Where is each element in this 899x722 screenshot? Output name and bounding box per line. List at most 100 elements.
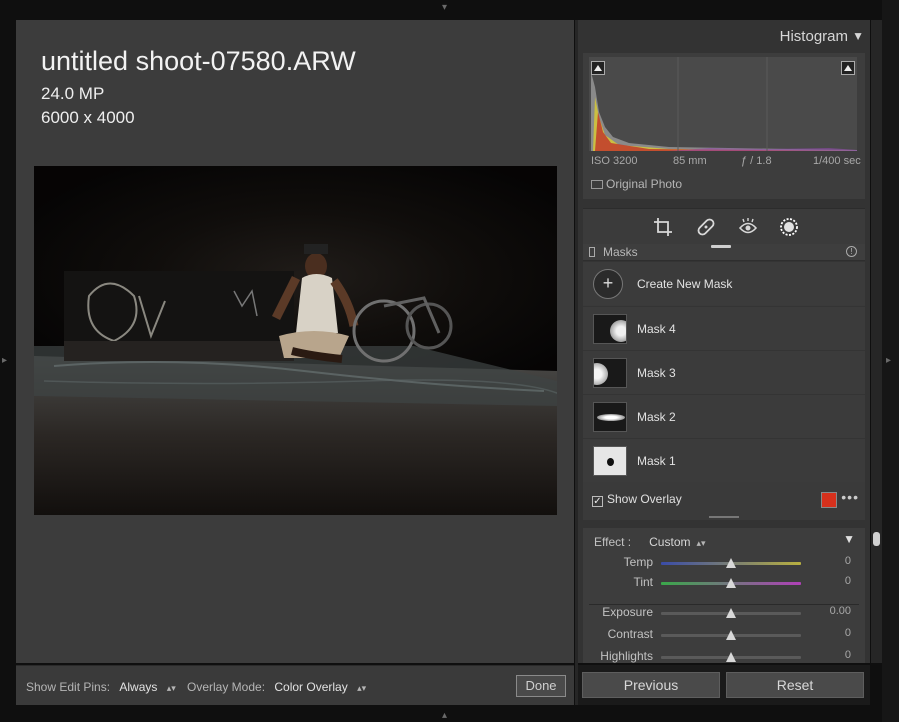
collapse-triangle-icon[interactable]: ▼ bbox=[852, 29, 864, 43]
original-photo-checkbox[interactable] bbox=[591, 180, 603, 189]
slider-thumb[interactable] bbox=[726, 578, 736, 588]
main-photo[interactable] bbox=[34, 166, 557, 515]
effect-value[interactable]: Custom bbox=[649, 535, 690, 549]
photo-dimensions: 6000 x 4000 bbox=[41, 108, 135, 127]
scrollbar-thumb[interactable] bbox=[873, 532, 880, 546]
mask-thumbnail bbox=[593, 314, 627, 344]
shadow-clipping-button[interactable] bbox=[591, 61, 605, 75]
stage-photo-image bbox=[34, 166, 557, 515]
drag-handle-icon[interactable] bbox=[711, 245, 731, 248]
masks-header[interactable]: Masks ! bbox=[583, 244, 865, 261]
slider-label: Contrast bbox=[607, 627, 653, 641]
create-mask-label: Create New Mask bbox=[637, 277, 733, 291]
bottom-panel-toggle-icon[interactable]: ▴ bbox=[442, 710, 447, 721]
histogram-graph[interactable] bbox=[589, 57, 857, 151]
masks-panel: Masks ! + Create New Mask Mask 4 Mask 3 bbox=[583, 244, 865, 520]
edit-pins-value[interactable]: Always bbox=[119, 680, 157, 694]
show-overlay-label: Show Overlay bbox=[607, 492, 682, 506]
help-icon[interactable]: ! bbox=[846, 246, 857, 257]
slider-value[interactable]: 0 bbox=[845, 555, 851, 567]
mask-item[interactable]: Mask 1 bbox=[583, 438, 865, 482]
temp-slider-track[interactable] bbox=[661, 558, 801, 568]
tint-slider-track[interactable] bbox=[661, 578, 801, 588]
mask-thumbnail bbox=[593, 402, 627, 432]
right-panel-toggle-icon[interactable]: ▸ bbox=[886, 355, 891, 366]
histogram-panel: ISO 3200 85 mm ƒ / 1.8 1/400 sec Origina… bbox=[583, 53, 865, 199]
exif-shutter: 1/400 sec bbox=[813, 155, 861, 167]
slider-contrast: Contrast 0 bbox=[583, 627, 865, 645]
plus-icon[interactable]: + bbox=[593, 269, 623, 299]
left-panel-toggle-icon[interactable]: ▸ bbox=[2, 355, 7, 366]
overlay-mode-value[interactable]: Color Overlay bbox=[274, 680, 347, 694]
red-eye-icon[interactable] bbox=[738, 217, 758, 237]
top-panel-toggle-icon[interactable]: ▾ bbox=[442, 2, 447, 13]
photo-filename: untitled shoot-07580.ARW bbox=[41, 46, 356, 76]
updown-icon: ▴▾ bbox=[696, 538, 706, 548]
viewer-toolbar: Show Edit Pins: Always ▴▾ Overlay Mode: … bbox=[16, 665, 574, 705]
slider-thumb[interactable] bbox=[726, 558, 736, 568]
done-button[interactable]: Done bbox=[516, 675, 566, 697]
photo-megapixels: 24.0 MP bbox=[41, 84, 105, 103]
exif-aperture: ƒ / 1.8 bbox=[741, 155, 772, 167]
contrast-slider-track[interactable] bbox=[661, 630, 801, 640]
highlights-slider-track[interactable] bbox=[661, 652, 801, 662]
panel-buttons: Previous Reset bbox=[578, 665, 870, 705]
show-overlay-checkbox[interactable]: ✓ bbox=[592, 496, 603, 507]
overlay-color-swatch[interactable] bbox=[821, 492, 837, 508]
slider-value[interactable]: 0 bbox=[845, 627, 851, 639]
collapse-triangle-icon[interactable]: ▼ bbox=[843, 532, 855, 546]
mask-label: Mask 1 bbox=[637, 454, 676, 468]
slider-thumb[interactable] bbox=[726, 608, 736, 618]
slider-highlights: Highlights 0 bbox=[583, 649, 865, 663]
panel-scrollbar[interactable] bbox=[871, 20, 882, 663]
masks-title: Masks bbox=[603, 245, 638, 259]
slider-thumb[interactable] bbox=[726, 630, 736, 640]
slider-value[interactable]: 0 bbox=[845, 649, 851, 661]
histogram-header[interactable]: Histogram ▼ bbox=[578, 20, 870, 52]
exif-iso: ISO 3200 bbox=[591, 155, 638, 167]
previous-button[interactable]: Previous bbox=[582, 672, 720, 698]
slider-exposure: Exposure 0.00 bbox=[583, 605, 865, 623]
masking-icon[interactable] bbox=[779, 217, 799, 237]
slider-value[interactable]: 0.00 bbox=[830, 605, 851, 617]
mask-label: Mask 2 bbox=[637, 410, 676, 424]
updown-icon: ▴▾ bbox=[357, 683, 367, 693]
tool-strip bbox=[583, 208, 865, 244]
updown-icon: ▴▾ bbox=[166, 683, 176, 693]
mask-label: Mask 4 bbox=[637, 322, 676, 336]
crop-icon[interactable] bbox=[653, 217, 673, 237]
mask-thumbnail bbox=[593, 358, 627, 388]
slider-tint: Tint 0 bbox=[583, 575, 865, 593]
slider-label: Exposure bbox=[602, 605, 653, 619]
photo-viewer: untitled shoot-07580.ARW 24.0 MP 6000 x … bbox=[16, 20, 574, 663]
show-overlay-row: ✓ Show Overlay ••• bbox=[583, 484, 865, 514]
edit-pins-control[interactable]: Show Edit Pins: Always ▴▾ bbox=[26, 680, 176, 694]
exif-focal-length: 85 mm bbox=[673, 155, 707, 167]
effect-label: Effect : bbox=[594, 535, 632, 549]
mask-item[interactable]: Mask 4 bbox=[583, 306, 865, 350]
histogram-curve bbox=[591, 57, 857, 151]
panel-toggle-icon[interactable] bbox=[589, 247, 595, 257]
mask-adjustments-panel: Effect : Custom ▴▾ ▼ Temp 0 Tint 0 Exposur… bbox=[583, 528, 865, 663]
mask-item[interactable]: Mask 3 bbox=[583, 350, 865, 394]
overlay-mode-label: Overlay Mode: bbox=[187, 680, 266, 694]
resize-handle-icon[interactable] bbox=[709, 516, 739, 518]
original-photo-toggle[interactable]: Original Photo bbox=[591, 177, 682, 191]
slider-thumb[interactable] bbox=[726, 652, 736, 662]
edit-pins-label: Show Edit Pins: bbox=[26, 680, 111, 694]
show-overlay-toggle[interactable]: ✓ Show Overlay bbox=[592, 492, 682, 507]
reset-button[interactable]: Reset bbox=[726, 672, 864, 698]
slider-label: Highlights bbox=[600, 649, 653, 663]
highlight-clipping-button[interactable] bbox=[841, 61, 855, 75]
right-panel: Histogram ▼ ISO 3200 85 mm ƒ / 1.8 1/400… bbox=[578, 20, 870, 663]
mask-thumbnail bbox=[593, 446, 627, 476]
create-mask-row[interactable]: + Create New Mask bbox=[583, 261, 865, 305]
more-options-icon[interactable]: ••• bbox=[841, 489, 859, 505]
effect-preset-control[interactable]: Effect : Custom ▴▾ bbox=[594, 535, 706, 549]
healing-icon[interactable] bbox=[696, 217, 716, 237]
exposure-slider-track[interactable] bbox=[661, 608, 801, 618]
slider-label: Tint bbox=[633, 575, 653, 589]
slider-value[interactable]: 0 bbox=[845, 575, 851, 587]
mask-item[interactable]: Mask 2 bbox=[583, 394, 865, 438]
overlay-mode-control[interactable]: Overlay Mode: Color Overlay ▴▾ bbox=[187, 680, 366, 694]
